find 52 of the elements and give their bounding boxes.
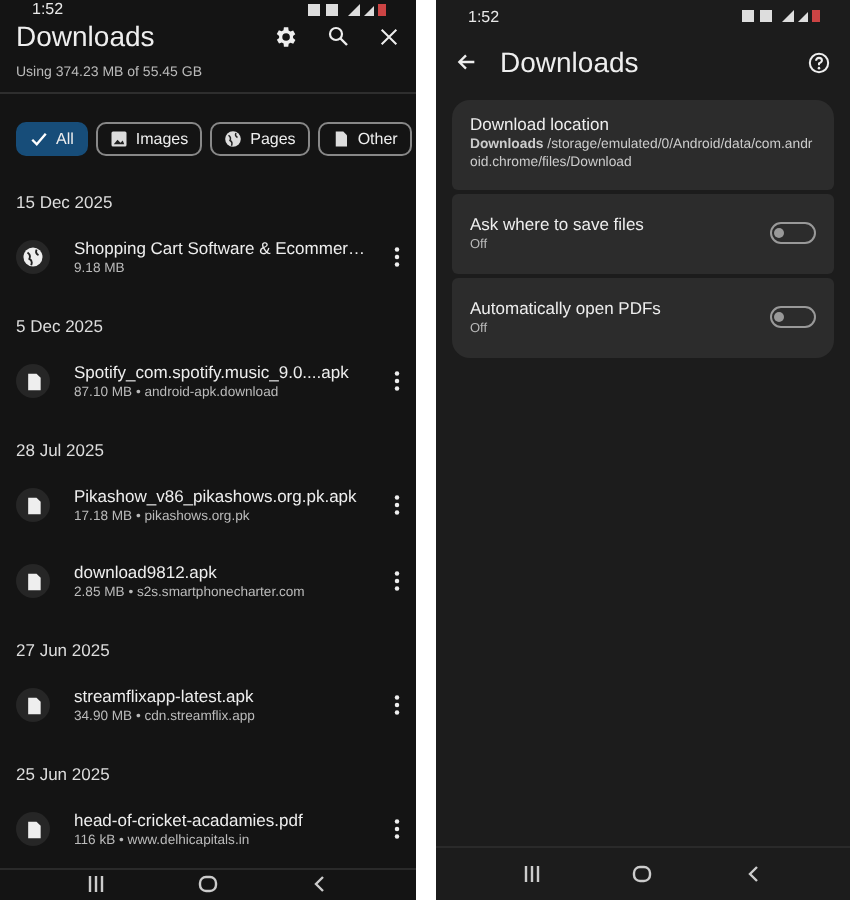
filter-chip[interactable]: Pages bbox=[210, 121, 310, 156]
toggle-switch[interactable] bbox=[770, 222, 816, 245]
close-icon[interactable] bbox=[378, 25, 400, 48]
filter-chip[interactable]: Other bbox=[317, 121, 412, 156]
file-icon bbox=[331, 129, 350, 148]
file-name[interactable]: Spotify_com.spotify.music_9.0....apk bbox=[74, 362, 370, 383]
date-heading: 28 Jul 2025 bbox=[14, 437, 106, 464]
more-options-icon[interactable] bbox=[394, 570, 400, 593]
status-time: 1:52 bbox=[468, 7, 500, 25]
back-icon[interactable] bbox=[310, 874, 330, 895]
toggle-switch[interactable] bbox=[770, 306, 816, 329]
globe-icon bbox=[224, 129, 243, 148]
status-icons bbox=[308, 1, 388, 18]
recent-apps-icon[interactable] bbox=[86, 874, 106, 895]
image-icon bbox=[109, 129, 128, 148]
search-icon[interactable] bbox=[326, 24, 350, 49]
more-options-icon[interactable] bbox=[394, 694, 400, 717]
file-name[interactable]: download9812.apk bbox=[74, 562, 370, 583]
home-icon[interactable] bbox=[198, 874, 218, 895]
back-arrow-icon[interactable] bbox=[456, 52, 476, 72]
more-options-icon[interactable] bbox=[394, 818, 400, 841]
recent-apps-icon[interactable] bbox=[521, 864, 542, 884]
file-name[interactable]: Shopping Cart Software & Ecommer… bbox=[74, 238, 370, 259]
more-options-icon[interactable] bbox=[394, 370, 400, 393]
screen-title: Downloads bbox=[500, 46, 641, 78]
date-heading: 25 Jun 2025 bbox=[14, 761, 112, 788]
file-name[interactable]: head-of-cricket-acadamies.pdf bbox=[74, 810, 370, 831]
date-heading: 15 Dec 2025 bbox=[14, 189, 115, 216]
screen-title: Downloads bbox=[16, 20, 157, 53]
more-options-icon[interactable] bbox=[394, 494, 400, 517]
settings-icon[interactable] bbox=[272, 23, 298, 50]
file-icon bbox=[23, 495, 43, 516]
help-icon[interactable] bbox=[808, 51, 830, 73]
date-heading: 5 Dec 2025 bbox=[14, 313, 105, 340]
file-name[interactable]: Pikashow_v86_pikashows.org.pk.apk bbox=[74, 486, 370, 507]
file-name[interactable]: streamflixapp-latest.apk bbox=[74, 686, 370, 707]
file-icon bbox=[23, 571, 43, 592]
file-icon bbox=[23, 371, 43, 392]
more-options-icon[interactable] bbox=[394, 246, 400, 269]
date-heading: 27 Jun 2025 bbox=[14, 637, 112, 664]
file-icon bbox=[23, 695, 43, 716]
setting-title: Ask where to save files bbox=[470, 214, 646, 235]
check-icon bbox=[30, 129, 48, 148]
globe-icon bbox=[22, 246, 44, 269]
setting-title: Download location bbox=[470, 114, 611, 134]
home-icon[interactable] bbox=[632, 864, 653, 884]
status-time: 1:52 bbox=[32, 0, 64, 19]
filter-chip[interactable]: All bbox=[16, 121, 88, 156]
setting-title: Automatically open PDFs bbox=[470, 298, 663, 319]
file-icon bbox=[23, 819, 43, 840]
filter-chip[interactable]: Images bbox=[95, 121, 203, 156]
status-icons bbox=[742, 8, 822, 24]
